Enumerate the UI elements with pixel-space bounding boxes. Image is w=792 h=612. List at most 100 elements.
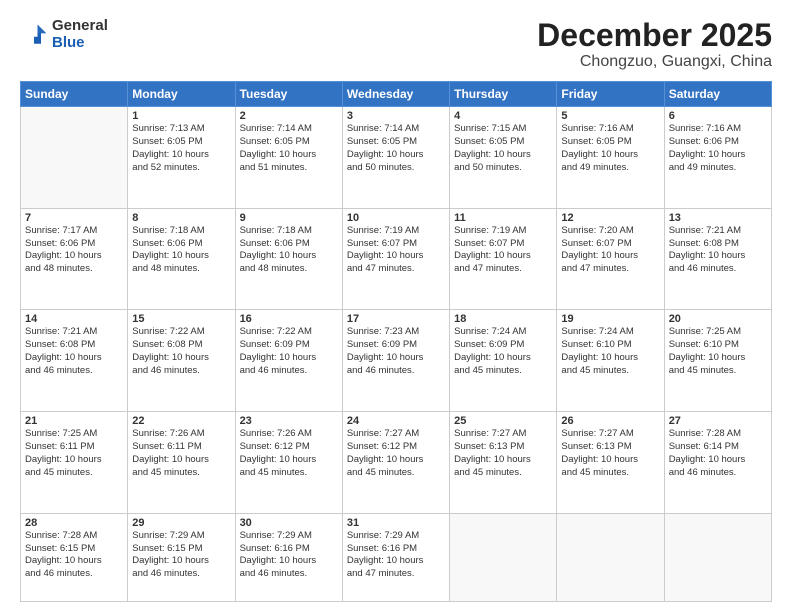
cell-info: Sunrise: 7:15 AM Sunset: 6:05 PM Dayligh… (454, 123, 552, 174)
title-block: December 2025 Chongzuo, Guangxi, China (537, 18, 772, 71)
calendar-week-row: 28Sunrise: 7:28 AM Sunset: 6:15 PM Dayli… (21, 513, 772, 601)
calendar-cell: 27Sunrise: 7:28 AM Sunset: 6:14 PM Dayli… (664, 412, 771, 514)
cell-info: Sunrise: 7:27 AM Sunset: 6:13 PM Dayligh… (454, 428, 552, 479)
cell-info: Sunrise: 7:24 AM Sunset: 6:09 PM Dayligh… (454, 326, 552, 377)
cell-info: Sunrise: 7:28 AM Sunset: 6:15 PM Dayligh… (25, 530, 123, 581)
calendar-cell: 25Sunrise: 7:27 AM Sunset: 6:13 PM Dayli… (450, 412, 557, 514)
day-number: 1 (132, 110, 230, 122)
cell-info: Sunrise: 7:14 AM Sunset: 6:05 PM Dayligh… (240, 123, 338, 174)
cell-info: Sunrise: 7:26 AM Sunset: 6:12 PM Dayligh… (240, 428, 338, 479)
calendar-cell (21, 107, 128, 209)
day-number: 19 (561, 313, 659, 325)
calendar-cell: 7Sunrise: 7:17 AM Sunset: 6:06 PM Daylig… (21, 208, 128, 310)
calendar-cell: 2Sunrise: 7:14 AM Sunset: 6:05 PM Daylig… (235, 107, 342, 209)
cell-info: Sunrise: 7:14 AM Sunset: 6:05 PM Dayligh… (347, 123, 445, 174)
day-number: 28 (25, 517, 123, 529)
page: General Blue December 2025 Chongzuo, Gua… (0, 0, 792, 612)
calendar-cell: 9Sunrise: 7:18 AM Sunset: 6:06 PM Daylig… (235, 208, 342, 310)
calendar-cell: 24Sunrise: 7:27 AM Sunset: 6:12 PM Dayli… (342, 412, 449, 514)
calendar-cell: 11Sunrise: 7:19 AM Sunset: 6:07 PM Dayli… (450, 208, 557, 310)
cell-info: Sunrise: 7:21 AM Sunset: 6:08 PM Dayligh… (669, 225, 767, 276)
calendar-cell: 18Sunrise: 7:24 AM Sunset: 6:09 PM Dayli… (450, 310, 557, 412)
calendar-cell: 15Sunrise: 7:22 AM Sunset: 6:08 PM Dayli… (128, 310, 235, 412)
month-title: December 2025 (537, 18, 772, 53)
cell-info: Sunrise: 7:19 AM Sunset: 6:07 PM Dayligh… (347, 225, 445, 276)
calendar-cell: 22Sunrise: 7:26 AM Sunset: 6:11 PM Dayli… (128, 412, 235, 514)
cell-info: Sunrise: 7:29 AM Sunset: 6:16 PM Dayligh… (347, 530, 445, 581)
cell-info: Sunrise: 7:22 AM Sunset: 6:08 PM Dayligh… (132, 326, 230, 377)
logo-general: General (52, 18, 108, 35)
weekday-header: Thursday (450, 82, 557, 107)
day-number: 16 (240, 313, 338, 325)
weekday-header: Friday (557, 82, 664, 107)
day-number: 27 (669, 415, 767, 427)
cell-info: Sunrise: 7:16 AM Sunset: 6:05 PM Dayligh… (561, 123, 659, 174)
logo-blue: Blue (52, 35, 108, 52)
calendar-table: SundayMondayTuesdayWednesdayThursdayFrid… (20, 81, 772, 602)
logo-text: General Blue (52, 18, 108, 51)
calendar-week-row: 1Sunrise: 7:13 AM Sunset: 6:05 PM Daylig… (21, 107, 772, 209)
day-number: 29 (132, 517, 230, 529)
calendar-cell (450, 513, 557, 601)
calendar-cell: 30Sunrise: 7:29 AM Sunset: 6:16 PM Dayli… (235, 513, 342, 601)
calendar-cell: 4Sunrise: 7:15 AM Sunset: 6:05 PM Daylig… (450, 107, 557, 209)
logo: General Blue (20, 18, 108, 51)
cell-info: Sunrise: 7:25 AM Sunset: 6:10 PM Dayligh… (669, 326, 767, 377)
calendar-cell: 31Sunrise: 7:29 AM Sunset: 6:16 PM Dayli… (342, 513, 449, 601)
cell-info: Sunrise: 7:29 AM Sunset: 6:15 PM Dayligh… (132, 530, 230, 581)
day-number: 2 (240, 110, 338, 122)
weekday-header: Sunday (21, 82, 128, 107)
day-number: 7 (25, 212, 123, 224)
calendar-cell: 13Sunrise: 7:21 AM Sunset: 6:08 PM Dayli… (664, 208, 771, 310)
day-number: 4 (454, 110, 552, 122)
cell-info: Sunrise: 7:16 AM Sunset: 6:06 PM Dayligh… (669, 123, 767, 174)
cell-info: Sunrise: 7:27 AM Sunset: 6:12 PM Dayligh… (347, 428, 445, 479)
calendar-cell: 19Sunrise: 7:24 AM Sunset: 6:10 PM Dayli… (557, 310, 664, 412)
calendar-cell: 23Sunrise: 7:26 AM Sunset: 6:12 PM Dayli… (235, 412, 342, 514)
weekday-header: Monday (128, 82, 235, 107)
header: General Blue December 2025 Chongzuo, Gua… (20, 18, 772, 71)
calendar-cell: 21Sunrise: 7:25 AM Sunset: 6:11 PM Dayli… (21, 412, 128, 514)
calendar-cell: 8Sunrise: 7:18 AM Sunset: 6:06 PM Daylig… (128, 208, 235, 310)
weekday-header: Wednesday (342, 82, 449, 107)
day-number: 3 (347, 110, 445, 122)
calendar-cell (664, 513, 771, 601)
day-number: 26 (561, 415, 659, 427)
cell-info: Sunrise: 7:21 AM Sunset: 6:08 PM Dayligh… (25, 326, 123, 377)
calendar-cell: 28Sunrise: 7:28 AM Sunset: 6:15 PM Dayli… (21, 513, 128, 601)
calendar-cell: 12Sunrise: 7:20 AM Sunset: 6:07 PM Dayli… (557, 208, 664, 310)
cell-info: Sunrise: 7:13 AM Sunset: 6:05 PM Dayligh… (132, 123, 230, 174)
day-number: 13 (669, 212, 767, 224)
calendar-week-row: 7Sunrise: 7:17 AM Sunset: 6:06 PM Daylig… (21, 208, 772, 310)
day-number: 5 (561, 110, 659, 122)
calendar-cell: 3Sunrise: 7:14 AM Sunset: 6:05 PM Daylig… (342, 107, 449, 209)
cell-info: Sunrise: 7:22 AM Sunset: 6:09 PM Dayligh… (240, 326, 338, 377)
cell-info: Sunrise: 7:18 AM Sunset: 6:06 PM Dayligh… (240, 225, 338, 276)
day-number: 18 (454, 313, 552, 325)
day-number: 12 (561, 212, 659, 224)
cell-info: Sunrise: 7:24 AM Sunset: 6:10 PM Dayligh… (561, 326, 659, 377)
cell-info: Sunrise: 7:26 AM Sunset: 6:11 PM Dayligh… (132, 428, 230, 479)
day-number: 25 (454, 415, 552, 427)
day-number: 11 (454, 212, 552, 224)
calendar-cell: 29Sunrise: 7:29 AM Sunset: 6:15 PM Dayli… (128, 513, 235, 601)
day-number: 8 (132, 212, 230, 224)
calendar-cell: 16Sunrise: 7:22 AM Sunset: 6:09 PM Dayli… (235, 310, 342, 412)
calendar-cell: 17Sunrise: 7:23 AM Sunset: 6:09 PM Dayli… (342, 310, 449, 412)
day-number: 9 (240, 212, 338, 224)
calendar-week-row: 21Sunrise: 7:25 AM Sunset: 6:11 PM Dayli… (21, 412, 772, 514)
day-number: 10 (347, 212, 445, 224)
calendar-cell (557, 513, 664, 601)
day-number: 15 (132, 313, 230, 325)
calendar-cell: 6Sunrise: 7:16 AM Sunset: 6:06 PM Daylig… (664, 107, 771, 209)
weekday-header: Tuesday (235, 82, 342, 107)
cell-info: Sunrise: 7:25 AM Sunset: 6:11 PM Dayligh… (25, 428, 123, 479)
cell-info: Sunrise: 7:20 AM Sunset: 6:07 PM Dayligh… (561, 225, 659, 276)
logo-icon (20, 21, 48, 49)
day-number: 31 (347, 517, 445, 529)
day-number: 24 (347, 415, 445, 427)
cell-info: Sunrise: 7:29 AM Sunset: 6:16 PM Dayligh… (240, 530, 338, 581)
day-number: 30 (240, 517, 338, 529)
calendar-cell: 5Sunrise: 7:16 AM Sunset: 6:05 PM Daylig… (557, 107, 664, 209)
day-number: 17 (347, 313, 445, 325)
